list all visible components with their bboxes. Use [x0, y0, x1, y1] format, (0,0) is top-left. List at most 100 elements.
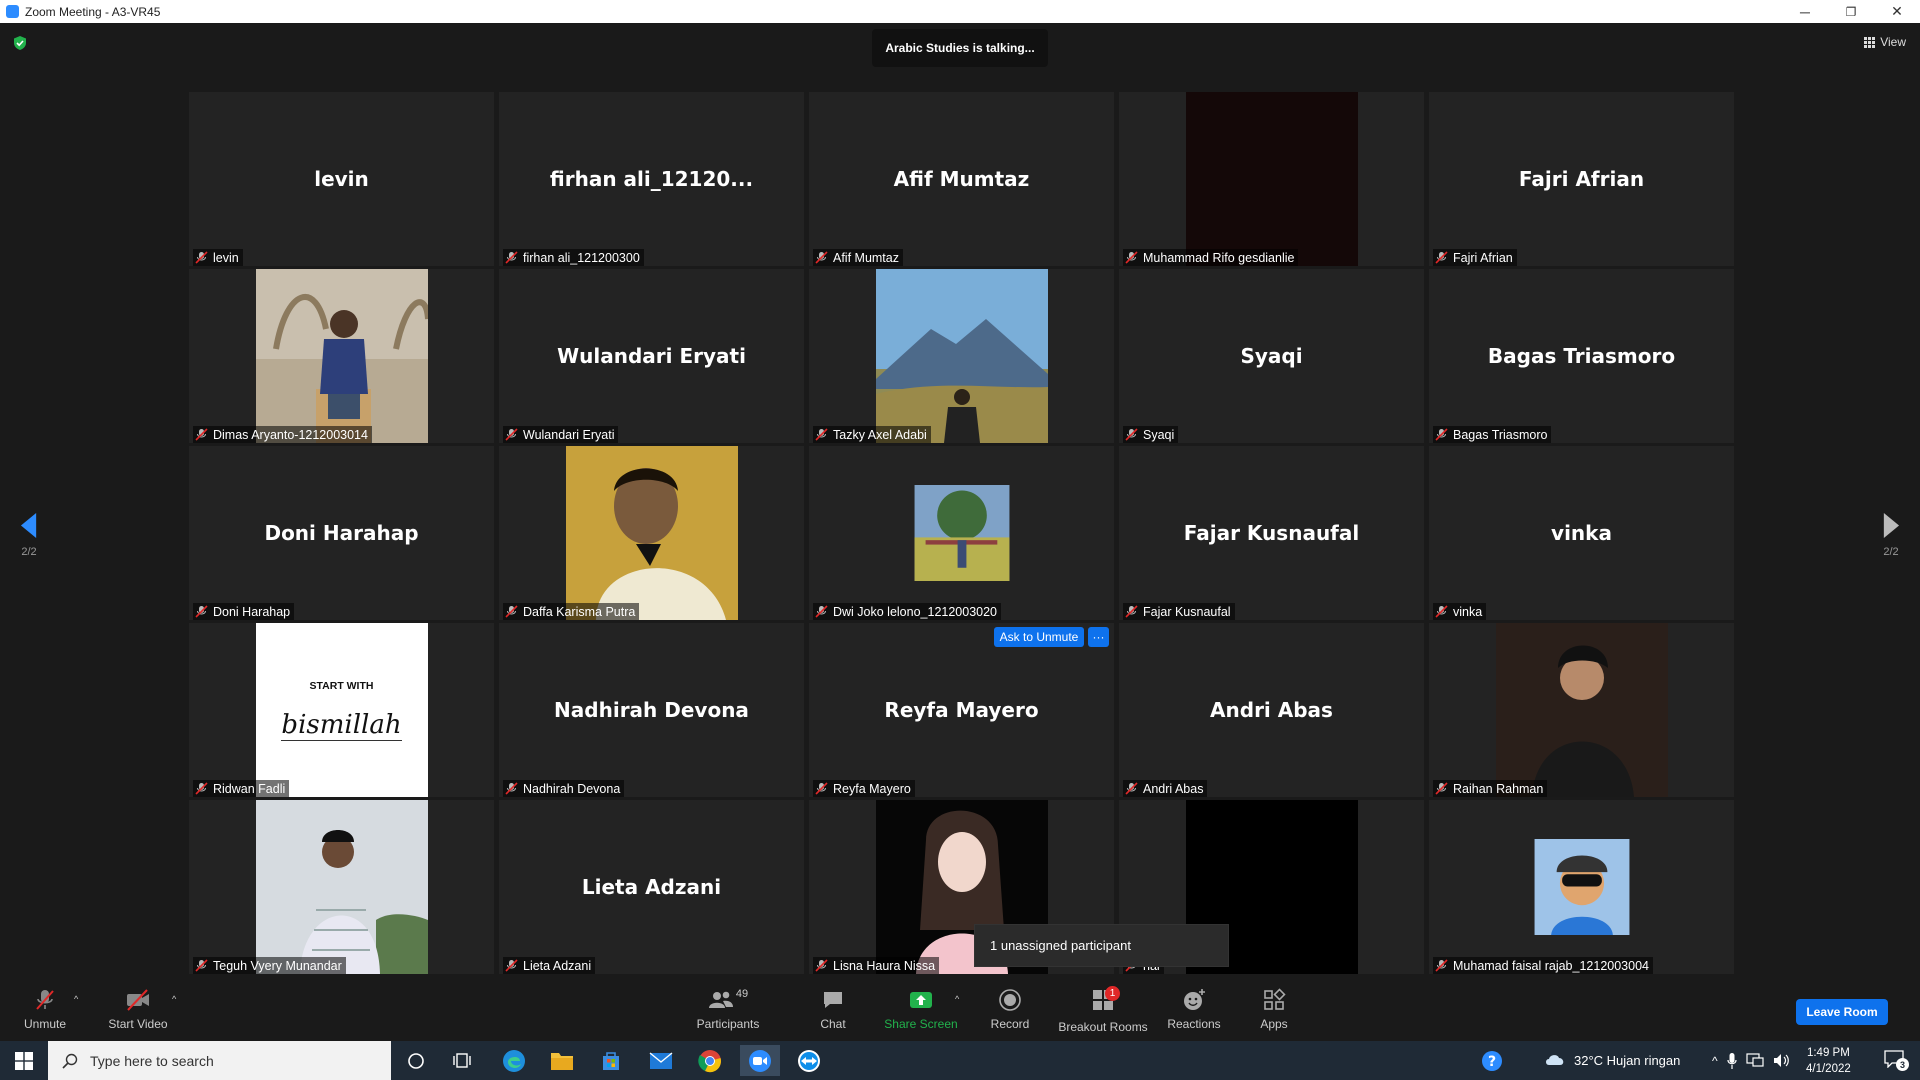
participant-name-label: levin — [193, 249, 243, 266]
svg-text:?: ? — [1488, 1054, 1496, 1070]
participant-tile[interactable]: Afif Mumtaz Afif Mumtaz — [809, 92, 1114, 266]
file-explorer-icon[interactable] — [542, 1045, 582, 1076]
participant-tile[interactable]: Wulandari Eryati Wulandari Eryati — [499, 269, 804, 443]
participant-tile[interactable]: vinka vinka — [1429, 446, 1734, 620]
participants-icon — [708, 991, 733, 1008]
record-button[interactable]: Record — [965, 988, 1055, 1031]
participants-label: Participants — [696, 1017, 760, 1031]
weather-widget[interactable]: 32°C Hujan ringan — [1544, 1041, 1680, 1080]
zoom-taskbar-icon[interactable] — [740, 1045, 780, 1076]
windows-logo-icon — [15, 1051, 33, 1070]
microphone-muted-icon — [195, 428, 208, 441]
participant-tile[interactable]: Doni Harahap Doni Harahap — [189, 446, 494, 620]
audio-options-caret-icon[interactable]: ^ — [74, 994, 78, 1004]
search-placeholder: Type here to search — [90, 1052, 214, 1069]
participant-tile[interactable]: START WITH bismillah Ridwan Fadli — [189, 623, 494, 797]
participant-tile[interactable]: firhan ali_12120... firhan ali_121200300 — [499, 92, 804, 266]
mail-icon[interactable] — [641, 1045, 681, 1076]
maximize-button[interactable]: ❐ — [1828, 0, 1874, 23]
microphone-muted-icon — [195, 959, 208, 972]
participant-name: vinka — [1453, 604, 1483, 619]
more-options-button[interactable]: ··· — [1088, 627, 1109, 647]
minimize-button[interactable]: ─ — [1782, 0, 1828, 23]
notifications-button[interactable]: 3 — [1876, 1041, 1912, 1080]
participant-tile[interactable]: Daffa Karisma Putra — [499, 446, 804, 620]
volume-icon[interactable] — [1773, 1053, 1791, 1068]
participant-tile[interactable]: Nadhirah Devona Nadhirah Devona — [499, 623, 804, 797]
ask-to-unmute-button[interactable]: Ask to Unmute — [994, 627, 1084, 647]
breakout-badge: 1 — [1105, 986, 1120, 1001]
clock[interactable]: 1:49 PM 4/1/2022 — [1806, 1041, 1851, 1080]
participant-tile[interactable]: Tazky Axel Adabi — [809, 269, 1114, 443]
participant-name: Dimas Aryanto-1212003014 — [213, 427, 368, 442]
share-screen-icon — [910, 992, 932, 1008]
participant-name-label: Nadhirah Devona — [503, 780, 625, 797]
participant-name-label: Wulandari Eryati — [503, 426, 619, 443]
network-icon[interactable] — [1746, 1053, 1764, 1068]
participant-tile[interactable]: Dimas Aryanto-1212003014 — [189, 269, 494, 443]
participant-name: Muhamad faisal rajab_1212003004 — [1453, 958, 1649, 973]
reactions-button[interactable]: Reactions — [1149, 988, 1239, 1031]
participant-tile[interactable]: Teguh Vyery Munandar — [189, 800, 494, 974]
unassigned-participant-popup[interactable]: 1 unassigned participant — [974, 924, 1229, 967]
view-button[interactable]: View — [1864, 35, 1906, 49]
participants-count: 49 — [735, 988, 749, 1000]
task-view-icon[interactable] — [443, 1045, 483, 1076]
grid-icon — [1864, 36, 1876, 48]
start-video-button[interactable]: Start Video — [93, 988, 183, 1031]
participant-name-label: vinka — [1433, 603, 1487, 620]
participant-name-label: Syaqi — [1123, 426, 1179, 443]
participant-tile[interactable]: Fajar Kusnaufal Fajar Kusnaufal — [1119, 446, 1424, 620]
participant-name-display: Wulandari Eryati — [557, 344, 746, 368]
chat-button[interactable]: Chat — [788, 988, 878, 1031]
teamviewer-icon[interactable] — [789, 1045, 829, 1076]
participant-tile[interactable]: Dwi Joko lelono_1212003020 — [809, 446, 1114, 620]
breakout-rooms-button[interactable]: 1 Breakout Rooms — [1058, 986, 1148, 1034]
participant-name: Fajri Afrian — [1453, 250, 1513, 265]
participant-tile[interactable]: Raihan Rahman — [1429, 623, 1734, 797]
shield-icon[interactable] — [12, 35, 28, 51]
video-options-caret-icon[interactable]: ^ — [172, 994, 176, 1004]
participant-tile[interactable]: Bagas Triasmoro Bagas Triasmoro — [1429, 269, 1734, 443]
start-button[interactable] — [0, 1041, 48, 1080]
participants-button[interactable]: 49 Participants — [683, 988, 773, 1031]
participant-name-display: Doni Harahap — [264, 521, 419, 545]
previous-page-button[interactable]: 2/2 — [14, 513, 44, 558]
participant-tile[interactable]: levin levin — [189, 92, 494, 266]
leave-room-button[interactable]: Leave Room — [1796, 999, 1888, 1025]
participant-name: Reyfa Mayero — [833, 781, 911, 796]
microphone-muted-icon — [815, 251, 828, 264]
participant-tile[interactable]: Fajri Afrian Fajri Afrian — [1429, 92, 1734, 266]
participant-tile[interactable]: Lieta Adzani Lieta Adzani — [499, 800, 804, 974]
share-options-caret-icon[interactable]: ^ — [955, 994, 959, 1004]
participant-tile[interactable]: Reyfa Mayero Reyfa Mayero — [809, 623, 1114, 797]
chat-icon — [824, 992, 842, 1008]
page-indicator-right: 2/2 — [1883, 546, 1899, 558]
chat-label: Chat — [820, 1017, 846, 1031]
edge-browser-icon[interactable] — [494, 1045, 534, 1076]
participant-tile[interactable]: Muhammad Rifo gesdianlie — [1119, 92, 1424, 266]
notification-count: 3 — [1896, 1058, 1909, 1071]
chrome-icon[interactable] — [690, 1045, 730, 1076]
participant-name: Doni Harahap — [213, 604, 291, 619]
cortana-icon[interactable] — [396, 1045, 436, 1076]
microphone-tray-icon[interactable] — [1727, 1052, 1737, 1069]
participant-name-label: Muhammad Rifo gesdianlie — [1123, 249, 1299, 266]
taskbar-search-box[interactable]: Type here to search — [48, 1041, 391, 1080]
unassigned-text: 1 unassigned participant — [990, 938, 1131, 953]
share-screen-button[interactable]: Share Screen — [876, 988, 966, 1031]
participant-tile[interactable]: Andri Abas Andri Abas — [1119, 623, 1424, 797]
apps-button[interactable]: Apps — [1229, 988, 1319, 1031]
show-hidden-icons-chevron-icon[interactable]: ^ — [1712, 1054, 1718, 1068]
participant-tile[interactable]: Syaqi Syaqi — [1119, 269, 1424, 443]
close-button[interactable]: ✕ — [1874, 0, 1920, 23]
window-titlebar: Zoom Meeting - A3-VR45 ─ ❐ ✕ — [0, 0, 1920, 23]
participant-photo — [1495, 623, 1668, 797]
page-indicator-left: 2/2 — [21, 546, 37, 558]
help-tray-icon[interactable]: ? — [1481, 1041, 1503, 1080]
participant-tile[interactable]: Muhamad faisal rajab_1212003004 — [1429, 800, 1734, 974]
participant-name-display: Bagas Triasmoro — [1487, 344, 1676, 368]
microsoft-store-icon[interactable] — [591, 1045, 631, 1076]
participant-name: Afif Mumtaz — [833, 250, 899, 265]
next-page-button[interactable]: 2/2 — [1876, 513, 1906, 558]
